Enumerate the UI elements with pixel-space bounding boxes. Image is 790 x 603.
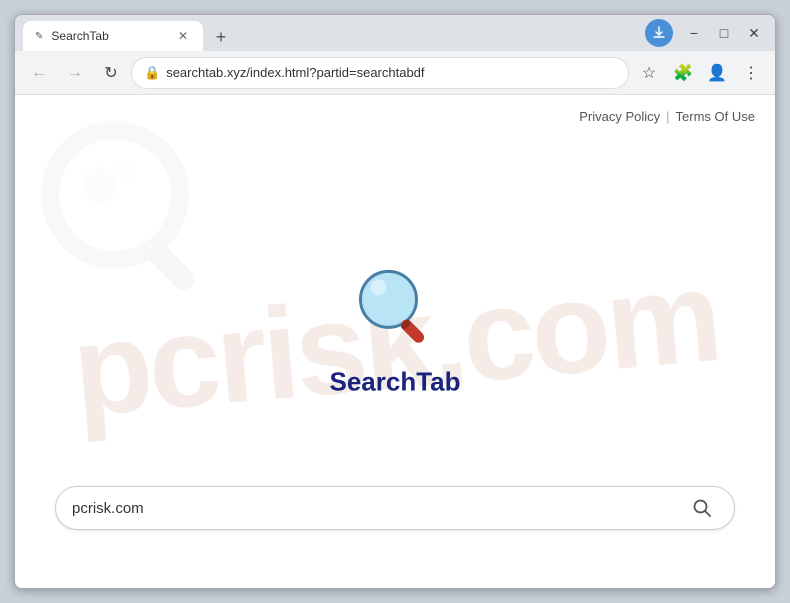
window-controls: − □ ✕ (681, 20, 767, 46)
active-tab[interactable]: ✎ SearchTab ✕ (23, 21, 203, 51)
new-tab-button[interactable]: + (207, 23, 235, 51)
toolbar: ← → ↻ 🔒 searchtab.xyz/index.html?partid=… (15, 51, 775, 95)
bookmark-button[interactable]: ☆ (633, 57, 665, 89)
page-content: pcrisk.com Privacy Policy | Terms Of Use (15, 95, 775, 589)
privacy-policy-link[interactable]: Privacy Policy (579, 109, 660, 124)
logo-icon (350, 261, 440, 356)
refresh-button[interactable]: ↻ (95, 57, 127, 89)
lock-icon: 🔒 (144, 65, 160, 81)
search-button[interactable] (686, 492, 718, 524)
brand-name: SearchTab (329, 366, 460, 397)
url-text: searchtab.xyz/index.html?partid=searchta… (166, 65, 616, 80)
browser-window: ✎ SearchTab ✕ + − □ ✕ ← → ↻ 🔒 searchtab.… (14, 14, 776, 589)
back-button[interactable]: ← (23, 57, 55, 89)
title-bar: ✎ SearchTab ✕ + − □ ✕ (15, 15, 775, 51)
close-button[interactable]: ✕ (741, 20, 767, 46)
profile-button[interactable]: 👤 (701, 57, 733, 89)
download-indicator[interactable] (645, 19, 673, 47)
top-links: Privacy Policy | Terms Of Use (579, 109, 755, 124)
minimize-button[interactable]: − (681, 20, 707, 46)
search-bar-container: pcrisk.com (55, 486, 735, 530)
maximize-button[interactable]: □ (711, 20, 737, 46)
tab-area: ✎ SearchTab ✕ + (23, 15, 641, 51)
menu-button[interactable]: ⋮ (735, 57, 767, 89)
background-magnifier (35, 115, 235, 320)
main-content: SearchTab (329, 261, 460, 397)
extensions-button[interactable]: 🧩 (667, 57, 699, 89)
forward-button[interactable]: → (59, 57, 91, 89)
tab-favicon: ✎ (35, 31, 43, 42)
terms-of-use-link[interactable]: Terms Of Use (676, 109, 755, 124)
search-bar[interactable]: pcrisk.com (55, 486, 735, 530)
address-bar[interactable]: 🔒 searchtab.xyz/index.html?partid=search… (131, 57, 629, 89)
link-separator: | (666, 109, 669, 124)
tab-close-button[interactable]: ✕ (175, 28, 191, 44)
toolbar-actions: ☆ 🧩 👤 ⋮ (633, 57, 767, 89)
search-input-value[interactable]: pcrisk.com (72, 500, 686, 517)
tab-label: SearchTab (51, 29, 108, 43)
